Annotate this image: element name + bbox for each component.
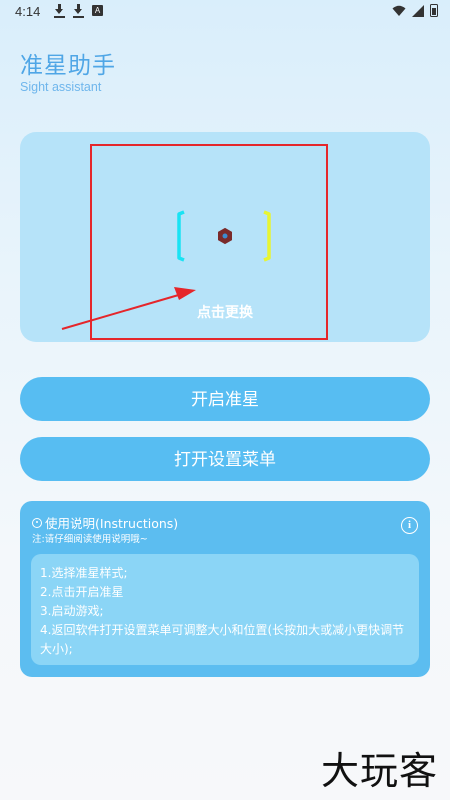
status-time: 4:14 bbox=[15, 4, 41, 19]
app-title: 准星助手 bbox=[20, 53, 116, 79]
open-settings-menu-button[interactable]: 打开设置菜单 bbox=[20, 437, 430, 481]
bullet-circle-icon bbox=[32, 517, 42, 528]
download-icon bbox=[73, 4, 84, 18]
battery-icon bbox=[430, 4, 438, 17]
instructions-list-box: 1.选择准星样式; 2.点击开启准星 3.启动游戏; 4.返回软件打开设置菜单可… bbox=[31, 554, 419, 665]
instruction-item: 3.启动游戏; bbox=[40, 604, 104, 618]
notification-icons: A bbox=[54, 4, 103, 18]
instructions-title-text: 使用说明(Instructions) bbox=[45, 516, 179, 531]
instructions-title: 使用说明(Instructions) bbox=[32, 513, 178, 532]
download-icon bbox=[54, 4, 65, 18]
instruction-item: 1.选择准星样式; bbox=[40, 566, 128, 580]
app-box-icon: A bbox=[92, 5, 103, 16]
signal-icon bbox=[412, 4, 424, 17]
instructions-card: 使用说明(Instructions) 注:请仔细阅读使用说明哦~ i 1.选择准… bbox=[20, 501, 430, 677]
instructions-list: 1.选择准星样式; 2.点击开启准星 3.启动游戏; 4.返回软件打开设置菜单可… bbox=[40, 564, 412, 659]
instruction-item: 4.返回软件打开设置菜单可调整大小和位置(长按加大或减小更快调节大小); bbox=[40, 623, 405, 656]
status-bar: 4:14 A bbox=[0, 0, 450, 24]
watermark-logo: 大玩客 bbox=[320, 749, 438, 793]
wifi-icon bbox=[392, 5, 406, 16]
start-crosshair-button[interactable]: 开启准星 bbox=[20, 377, 430, 421]
instruction-item: 2.点击开启准星 bbox=[40, 585, 124, 599]
instructions-note: 注:请仔细阅读使用说明哦~ bbox=[32, 534, 148, 545]
annotation-highlight-box bbox=[90, 144, 328, 340]
system-icons bbox=[392, 4, 438, 17]
info-icon[interactable]: i bbox=[401, 517, 418, 534]
app-subtitle: Sight assistant bbox=[20, 80, 102, 94]
